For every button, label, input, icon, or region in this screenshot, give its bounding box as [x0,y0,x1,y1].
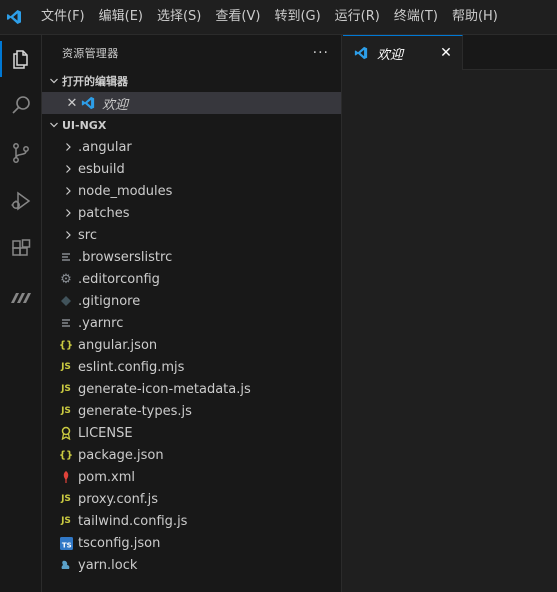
menu-file[interactable]: 文件(F) [34,6,92,28]
file-label: proxy.conf.js [78,491,159,507]
file-label: .browserslistrc [78,249,173,265]
js-icon: JS [61,516,71,526]
svg-text:TS: TS [61,541,71,549]
activity-bar [0,35,42,592]
js-icon: JS [61,362,71,372]
menu-help[interactable]: 帮助(H) [445,6,505,28]
open-editor-item[interactable]: ✕ 欢迎 [42,92,341,114]
close-icon[interactable]: ✕ [64,95,80,111]
file-item[interactable]: .browserslistrc [42,246,341,268]
file-label: .gitignore [78,293,141,309]
workspace-section-header[interactable]: UI-NGX [42,114,341,136]
vscode-logo-icon [353,45,369,61]
explorer-sidebar: 资源管理器 ··· 打开的编辑器 ✕ 欢迎 UI-NGX .angular es… [42,35,342,592]
file-label: package.json [78,447,164,463]
tab-welcome[interactable]: 欢迎 ✕ [343,35,463,70]
file-item[interactable]: TS tsconfig.json [42,532,341,554]
file-item[interactable]: JS generate-icon-metadata.js [42,378,341,400]
menu-terminal[interactable]: 终端(T) [387,6,445,28]
file-label: yarn.lock [78,557,138,573]
folder-item[interactable]: node_modules [42,180,341,202]
folder-label: src [78,227,97,243]
folder-label: esbuild [78,161,125,177]
chevron-right-icon [60,205,76,221]
open-editors-section-header[interactable]: 打开的编辑器 [42,70,341,92]
file-label: generate-icon-metadata.js [78,381,251,397]
chevron-down-icon [46,73,62,89]
close-icon[interactable]: ✕ [438,45,454,61]
file-label: generate-types.js [78,403,192,419]
workspace-title: UI-NGX [62,118,107,132]
remote-icon[interactable] [0,275,42,319]
git-diamond-icon [58,293,74,309]
menu-selection[interactable]: 选择(S) [150,6,208,28]
file-label: angular.json [78,337,158,353]
menu-view[interactable]: 查看(V) [208,6,267,28]
folder-label: .angular [78,139,132,155]
file-label: .editorconfig [78,271,160,287]
chevron-right-icon [60,139,76,155]
file-label: tailwind.config.js [78,513,188,529]
folder-item[interactable]: esbuild [42,158,341,180]
file-item[interactable]: JS tailwind.config.js [42,510,341,532]
file-item[interactable]: JS eslint.config.mjs [42,356,341,378]
file-item[interactable]: yarn.lock [42,554,341,576]
extensions-icon[interactable] [0,227,42,271]
file-item[interactable]: JS proxy.conf.js [42,488,341,510]
chevron-right-icon [60,161,76,177]
folder-item[interactable]: patches [42,202,341,224]
json-braces-icon: {} [58,339,74,351]
menu-edit[interactable]: 编辑(E) [92,6,150,28]
file-label: .yarnrc [78,315,124,331]
ts-icon: TS [58,535,74,551]
lines-icon [58,315,74,331]
open-editor-label: 欢迎 [102,97,129,113]
file-item[interactable]: {} angular.json [42,334,341,356]
menu-run[interactable]: 运行(R) [328,6,387,28]
file-item[interactable]: JS generate-types.js [42,400,341,422]
title-bar: 文件(F) 编辑(E) 选择(S) 查看(V) 转到(G) 运行(R) 终端(T… [0,0,557,35]
sidebar-header: 资源管理器 ··· [42,35,341,70]
source-control-icon[interactable] [0,131,42,175]
tab-label: 欢迎 [377,47,404,63]
js-icon: JS [61,384,71,394]
file-item[interactable]: {} package.json [42,444,341,466]
json-braces-icon: {} [58,449,74,461]
sidebar-title: 资源管理器 [62,46,119,60]
folder-item[interactable]: src [42,224,341,246]
more-actions-icon[interactable]: ··· [313,45,329,61]
open-editors-title: 打开的编辑器 [62,75,128,88]
yarn-icon [58,557,74,573]
menu-go[interactable]: 转到(G) [267,6,327,28]
lines-icon [58,249,74,265]
folder-item[interactable]: .angular [42,136,341,158]
chevron-right-icon [60,227,76,243]
file-item[interactable]: .gitignore [42,290,341,312]
chevron-down-icon [46,117,62,133]
explorer-icon[interactable] [0,37,42,81]
chevron-right-icon [60,183,76,199]
file-label: LICENSE [78,425,133,441]
file-label: eslint.config.mjs [78,359,185,375]
license-ribbon-icon [58,425,74,441]
file-item[interactable]: LICENSE [42,422,341,444]
folder-label: patches [78,205,130,221]
file-label: tsconfig.json [78,535,161,551]
editor-tabs: 欢迎 ✕ [343,35,557,70]
file-item[interactable]: ⚙ .editorconfig [42,268,341,290]
js-icon: JS [61,406,71,416]
editor-area [343,70,557,592]
maven-feather-icon [58,469,74,485]
gear-icon: ⚙ [60,271,72,287]
file-item[interactable]: pom.xml [42,466,341,488]
js-icon: JS [61,494,71,504]
run-debug-icon[interactable] [0,179,42,223]
file-item[interactable]: .yarnrc [42,312,341,334]
vscode-logo-icon [0,0,28,35]
vscode-logo-icon [80,95,96,111]
search-icon[interactable] [0,83,42,127]
folder-label: node_modules [78,183,173,199]
menu-bar: 文件(F) 编辑(E) 选择(S) 查看(V) 转到(G) 运行(R) 终端(T… [34,6,505,28]
file-label: pom.xml [78,469,135,485]
